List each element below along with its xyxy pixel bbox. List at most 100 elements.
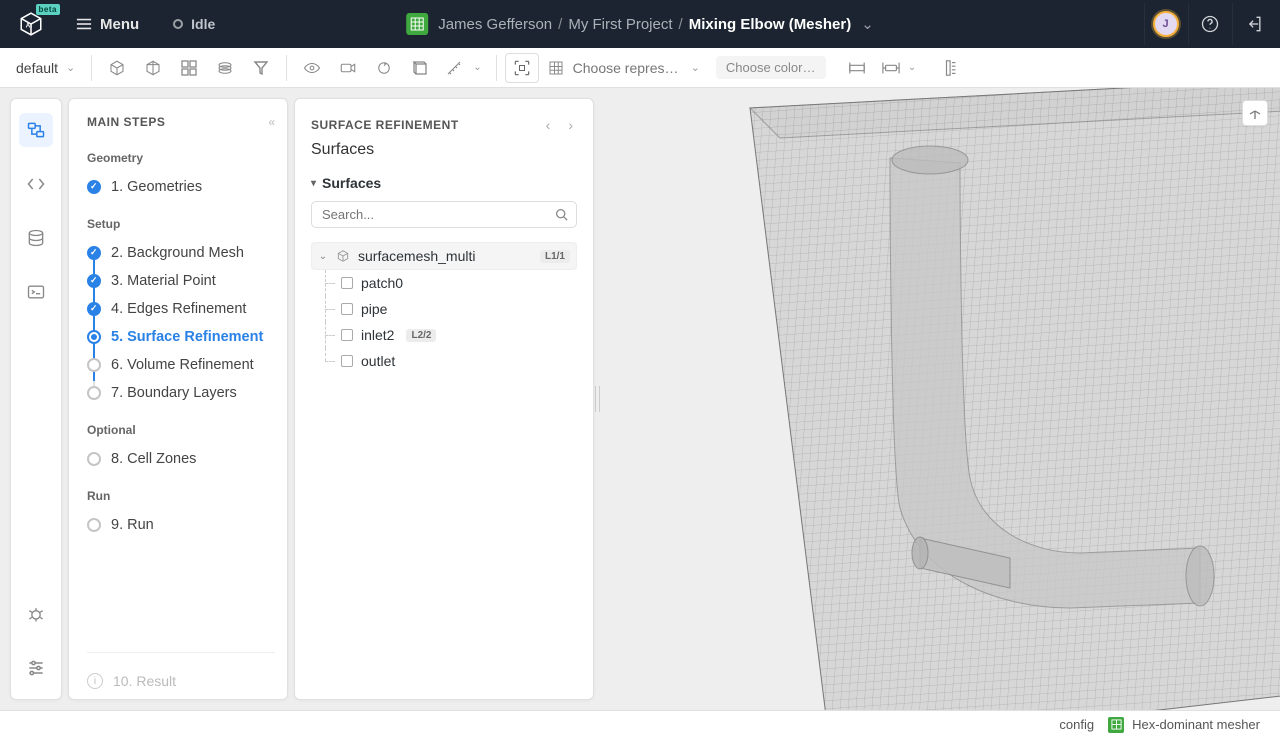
tree-root[interactable]: ⌄ surfacemesh_multi L1/1 [311,242,577,270]
section-optional-label: Optional [87,423,275,437]
idle-indicator[interactable]: Idle [167,12,221,36]
sidebar-code-icon[interactable] [19,167,53,201]
menu-button[interactable]: Menu [70,12,145,37]
help-button[interactable] [1188,3,1230,45]
breadcrumb: James Gefferson / My First Project / Mix… [406,13,874,35]
mesher-icon [1108,717,1124,733]
view-layers-button[interactable] [208,53,242,83]
sidebar-debug-icon[interactable] [19,597,53,631]
fit-view-button[interactable] [505,53,539,83]
steps-panel: MAIN STEPS « Geometry 1. Geometries Setu… [68,98,288,700]
level-badge: L1/1 [540,250,570,263]
color-field-select[interactable]: Choose color fi… [716,56,826,79]
axis-triad-button[interactable] [1242,100,1268,126]
tree-item[interactable]: pipe [311,296,577,322]
collapse-panel-icon[interactable]: « [268,115,275,129]
box-button[interactable] [403,53,437,83]
status-mesher[interactable]: Hex-dominant mesher [1108,717,1260,733]
range-min-button[interactable] [840,53,874,83]
range-max-dropdown[interactable]: ⌄ [876,53,922,83]
result-label: 10. Result [113,673,176,689]
avatar-letter: J [1153,11,1179,37]
3d-viewport[interactable] [600,88,1280,710]
level-badge: L2/2 [406,329,436,342]
surface-search-input[interactable] [320,206,555,223]
view-wire-button[interactable] [136,53,170,83]
svg-text:AI: AI [26,22,33,29]
search-icon [555,208,568,221]
patch-icon [341,329,353,341]
view-grid-button[interactable] [172,53,206,83]
chevron-down-icon: ⌄ [691,61,700,74]
mesh-preview [640,88,1280,710]
chevron-down-icon[interactable]: ⌄ [861,15,874,33]
step-result: i 10. Result [87,652,275,689]
step-cell-zones[interactable]: 8. Cell Zones [87,445,275,473]
info-icon: i [87,673,103,689]
patch-icon [341,303,353,315]
next-step-button[interactable]: › [564,115,577,135]
view-cube-button[interactable] [100,53,134,83]
representation-label: Choose represent… [573,60,683,76]
tree-item[interactable]: outlet [311,348,577,374]
exit-button[interactable] [1232,3,1274,45]
tree-item-label: outlet [361,353,395,369]
steps-panel-title: MAIN STEPS [87,115,275,129]
step-background-mesh[interactable]: 2. Background Mesh [87,239,275,267]
breadcrumb-case[interactable]: Mixing Elbow (Mesher) [689,16,852,33]
sidebar-settings-icon[interactable] [19,651,53,685]
section-geometry-label: Geometry [87,151,275,165]
sidebar-data-icon[interactable] [19,221,53,255]
measure-dropdown[interactable]: ⌄ [439,53,487,83]
menu-label: Menu [100,16,139,33]
surfaces-group-toggle[interactable]: Surfaces [311,175,577,191]
top-bar: AI beta Menu Idle James Gefferson / My F… [0,0,1280,48]
breadcrumb-sep-icon: / [558,16,562,33]
tree-root-name: surfacemesh_multi [358,248,528,264]
filter-button[interactable] [244,53,278,83]
breadcrumb-sep-icon: / [679,16,683,33]
surface-search[interactable] [311,201,577,228]
step-boundary-layers[interactable]: 7. Boundary Layers [87,379,275,407]
breadcrumb-user[interactable]: James Gefferson [438,16,552,33]
icon-sidebar [10,98,62,700]
tree-item[interactable]: inlet2 L2/2 [311,322,577,348]
surface-tree: ⌄ surfacemesh_multi L1/1 patch0 pipe inl… [311,242,577,374]
idle-dot-icon [173,19,183,29]
rotate-button[interactable] [367,53,401,83]
tree-item[interactable]: patch0 [311,270,577,296]
tree-item-label: inlet2 [361,327,394,343]
step-material-point[interactable]: 3. Material Point [87,267,275,295]
breadcrumb-project[interactable]: My First Project [568,16,672,33]
representation-select[interactable]: Choose represent… ⌄ [541,59,706,77]
step-run[interactable]: 9. Run [87,511,275,539]
prev-step-button[interactable]: ‹ [542,115,555,135]
step-surface-refinement[interactable]: 5. Surface Refinement [87,323,275,351]
status-mesher-label: Hex-dominant mesher [1132,717,1260,732]
legend-button[interactable] [934,53,968,83]
eye-button[interactable] [295,53,329,83]
status-config-label[interactable]: config [1059,717,1094,732]
patch-icon [341,355,353,367]
cube-icon [336,249,350,263]
tree-item-label: patch0 [361,275,403,291]
surface-refinement-panel: SURFACE REFINEMENT ‹ › Surfaces Surfaces… [294,98,594,700]
step-volume-refinement[interactable]: 6. Volume Refinement [87,351,275,379]
patch-icon [341,277,353,289]
tree-preset-dropdown[interactable]: default ⌄ [8,53,83,83]
user-avatar[interactable]: J [1144,3,1186,45]
status-bar: config Hex-dominant mesher [0,710,1280,738]
tree-preset-label: default [16,60,58,76]
beta-badge: beta [36,4,60,15]
chevron-down-icon[interactable]: ⌄ [318,251,328,262]
app-logo[interactable]: AI beta [14,7,48,41]
idle-label: Idle [191,16,215,32]
color-field-label: Choose color fi… [726,60,826,75]
camera-button[interactable] [331,53,365,83]
sidebar-terminal-icon[interactable] [19,275,53,309]
step-edges-refinement[interactable]: 4. Edges Refinement [87,295,275,323]
step-geometries[interactable]: 1. Geometries [87,173,275,201]
chevron-down-icon: ⌄ [908,62,916,73]
sidebar-steps-icon[interactable] [19,113,53,147]
solver-badge-icon [406,13,428,35]
